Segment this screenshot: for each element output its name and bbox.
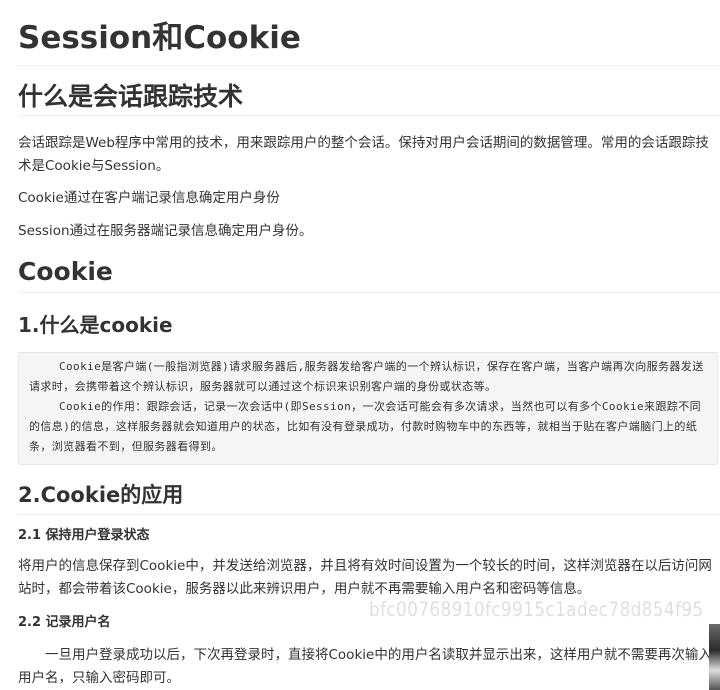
remember-username-paragraph: 一旦用户登录成功以后，下次再登录时，直接将Cookie中的用户名读取并显示出来，… xyxy=(18,647,712,686)
code-paragraph: Cookie是客户端(一般指浏览器)请求服务器后,服务器发给客户端的一个辨认标识… xyxy=(29,360,704,393)
code-block: Cookie是客户端(一般指浏览器)请求服务器后,服务器发给客户端的一个辨认标识… xyxy=(18,352,718,465)
section-heading-cookie-usage: 2.Cookie的应用 xyxy=(18,478,720,515)
cookie-definition-line: Cookie通过在客户端记录信息确定用户身份 xyxy=(18,190,280,206)
page-title: Session和Cookie xyxy=(18,0,720,66)
keep-login-paragraph: 将用户的信息保存到Cookie中，并发送给浏览器，并且将有效时间设置为一个较长的… xyxy=(18,558,712,597)
section-heading-cookie: Cookie xyxy=(18,255,720,293)
subheading-remember-username: 2.2 记录用户名 xyxy=(18,615,111,630)
edge-photo-fragment xyxy=(709,624,720,690)
subheading-keep-login: 2.1 保持用户登录状态 xyxy=(18,528,150,543)
session-definition-line: Session通过在服务器端记录信息确定用户身份。 xyxy=(18,223,313,239)
intro-paragraph: 会话跟踪是Web程序中常用的技术，用来跟踪用户的整个会话。保持对用户会话期间的数… xyxy=(18,135,709,174)
watermark: bfc00768910fc9915c1adec78d854f95 xyxy=(369,598,704,622)
section-heading-session-tracking: 什么是会话跟踪技术 xyxy=(18,80,720,116)
code-paragraph: Cookie的作用：跟踪会话，记录一次会话中(即Session，一次会话可能会有… xyxy=(29,400,702,453)
subheading-what-is-cookie: 1.什么是cookie xyxy=(18,313,173,337)
article: Session和Cookie 什么是会话跟踪技术 会话跟踪是Web程序中常用的技… xyxy=(18,0,720,686)
